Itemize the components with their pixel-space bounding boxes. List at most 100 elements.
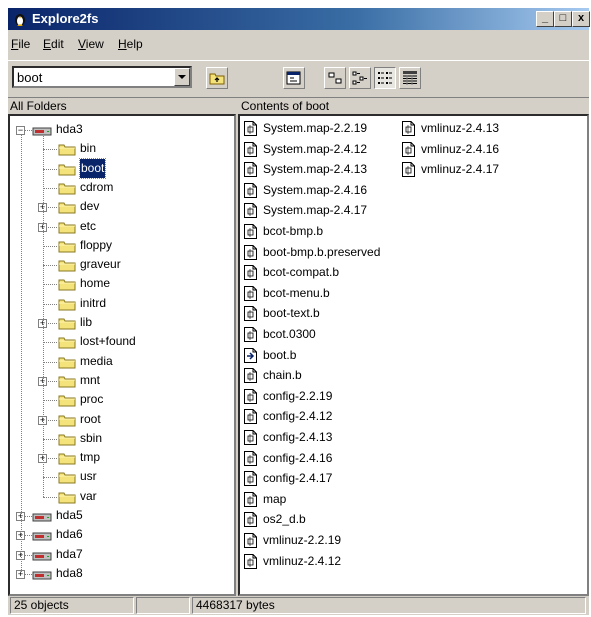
pane-headers: All Folders Contents of boot [8, 98, 589, 114]
folder-icon [58, 162, 76, 176]
file-name: vmlinuz-2.4.17 [421, 162, 500, 177]
file-name: config-2.4.16 [263, 450, 333, 465]
file-icon [402, 121, 415, 136]
up-folder-button[interactable] [206, 67, 228, 89]
file-icon [244, 162, 257, 178]
file-name: config-2.2.19 [263, 388, 333, 403]
tree-connector [43, 342, 57, 344]
folder-icon [58, 355, 76, 369]
folder-icon [58, 451, 76, 465]
folder-icon [58, 393, 76, 407]
menu-bar: File Edit View Help [8, 35, 589, 55]
tree-node-hda8[interactable]: + hda8 [10, 564, 234, 583]
file-icon [244, 409, 257, 425]
tree-node-label: usr [80, 469, 97, 484]
drive-icon [32, 510, 52, 522]
menu-edit-rest: dit [51, 37, 64, 51]
location-combobox[interactable]: boot [12, 66, 192, 88]
file-name: System.map-2.4.16 [263, 182, 368, 197]
file-icon [244, 182, 257, 198]
file-name: vmlinuz-2.4.13 [421, 121, 500, 135]
close-button[interactable]: x [572, 11, 590, 27]
file-icon [244, 491, 257, 507]
window-title: Explore2fs [32, 11, 99, 26]
location-dropdown-button[interactable] [174, 68, 190, 86]
maximize-button[interactable]: □ [554, 11, 572, 27]
properties-button[interactable] [283, 67, 305, 89]
menu-edit[interactable]: Edit [43, 37, 64, 51]
folder-icon [58, 374, 76, 388]
tree-node-label: hda3 [56, 122, 83, 136]
file-name: chain.b [263, 368, 302, 383]
tree-connector [43, 400, 57, 402]
list-view-button[interactable] [374, 67, 396, 89]
file-name: System.map-2.4.17 [263, 203, 368, 218]
tree-node-label: boot [78, 157, 107, 179]
large-icons-view-button[interactable] [324, 67, 346, 89]
tree-node-hda6[interactable]: + hda6 [10, 525, 234, 544]
drive-icon [32, 529, 52, 541]
file-name: config-2.4.17 [263, 471, 333, 486]
tree-node-hda7[interactable]: + hda7 [10, 545, 234, 564]
folder-icon [58, 181, 76, 195]
small-icons-view-button[interactable] [349, 67, 371, 89]
folder-icon [58, 258, 76, 272]
drive-icon [32, 549, 52, 561]
link-file-icon [244, 347, 257, 363]
status-object-count: 25 objects [10, 597, 134, 614]
menu-help[interactable]: Help [118, 37, 143, 51]
all-folders-header: All Folders [10, 99, 67, 113]
menu-view-rest: iew [85, 37, 104, 51]
status-middle-panel [136, 597, 190, 614]
folder-icon [58, 316, 76, 330]
tree-node-label: var [80, 488, 97, 503]
tree-node-label: root [80, 411, 101, 426]
folder-icon [58, 142, 76, 156]
file-icon [244, 533, 257, 548]
tree-connector [43, 284, 57, 286]
tree-node-hda5[interactable]: + hda5 [10, 506, 234, 525]
drive-icon [32, 568, 52, 580]
menu-view[interactable]: View [78, 37, 104, 51]
menu-file-rest: ile [18, 37, 31, 51]
minimize-button[interactable]: _ [536, 11, 554, 27]
tree-connector [43, 303, 57, 305]
tree-node-label: graveur [80, 257, 121, 272]
file-icon [244, 121, 257, 136]
file-name: boot-text.b [263, 306, 320, 321]
tree-node-label: bin [80, 141, 97, 156]
tree-node-label: tmp [80, 450, 101, 465]
file-name: System.map-2.2.19 [263, 121, 368, 135]
details-view-icon [403, 71, 417, 85]
tree-guide-line [43, 134, 44, 497]
file-icon [244, 553, 257, 569]
folder-icon [58, 490, 76, 504]
folder-icon [58, 297, 76, 311]
tree-connector [43, 361, 57, 363]
menu-edit-mnemonic: E [43, 37, 52, 51]
tree-guide-line [21, 134, 22, 574]
tree-node-label: dev [80, 199, 100, 214]
tree-connector [43, 265, 57, 267]
properties-icon [286, 71, 301, 85]
folder-icon [58, 470, 76, 484]
file-icon [244, 224, 257, 239]
up-folder-icon [209, 73, 225, 85]
file-list[interactable]: System.map-2.2.19 System.map-2.4.12 System… [238, 114, 589, 596]
tree-connector [43, 168, 57, 170]
file-name: boot-bmp.b.preserved [263, 244, 381, 259]
title-bar[interactable]: Explore2fs _ □ x [8, 8, 590, 30]
folder-icon [58, 413, 76, 427]
tree-node-label: hda6 [56, 527, 83, 542]
tree-node-label: floppy [80, 237, 113, 252]
folder-tree[interactable]: − hda3 bin boot cdrom + dev + etc floppy graveur ho… [8, 114, 236, 596]
folder-icon [58, 200, 76, 214]
tree-connector [43, 245, 57, 247]
folder-icon [58, 277, 76, 291]
menu-file[interactable]: File [11, 37, 30, 51]
details-view-button[interactable] [399, 67, 421, 89]
file-name: bcot-menu.b [263, 285, 330, 300]
file-icon [244, 306, 257, 322]
file-name: vmlinuz-2.4.16 [421, 141, 500, 156]
tree-node-label: lib [80, 315, 93, 329]
